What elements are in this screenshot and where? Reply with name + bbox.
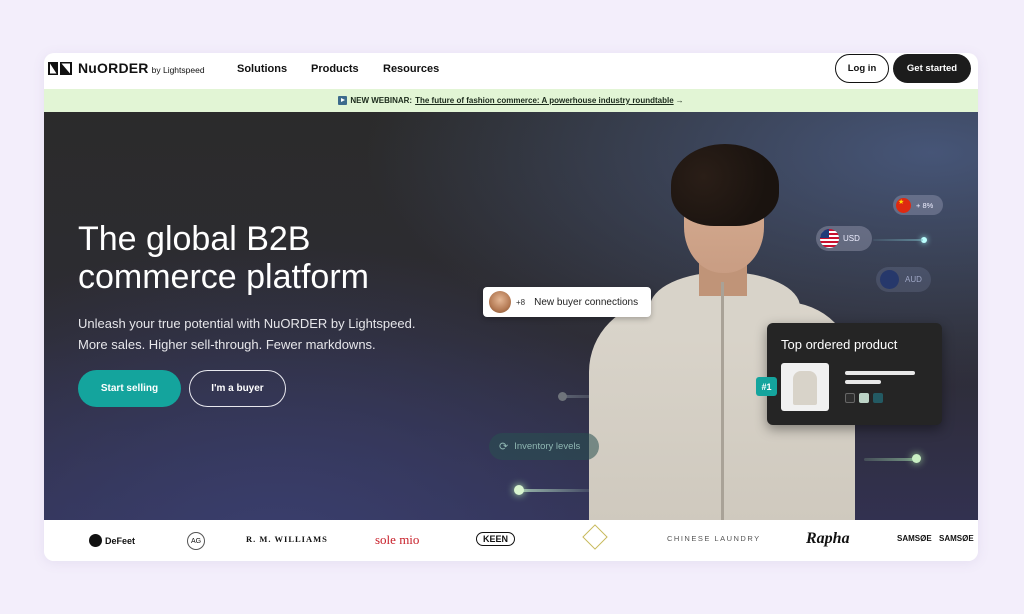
hero-subtitle-line1: Unleash your true potential with NuORDER… bbox=[78, 316, 416, 331]
refresh-icon: ⟳ bbox=[499, 441, 509, 453]
usd-label: USD bbox=[843, 234, 860, 243]
top-product-title: Top ordered product bbox=[781, 337, 898, 352]
site-header: NuORDER by Lightspeed Solutions Products… bbox=[44, 53, 978, 89]
play-icon bbox=[338, 96, 348, 105]
placeholder-line bbox=[845, 371, 915, 375]
inventory-pill: ⟳ Inventory levels bbox=[489, 433, 599, 460]
logo-emblem-icon bbox=[582, 524, 608, 550]
swatch-dark bbox=[845, 393, 855, 403]
zipper bbox=[721, 282, 724, 520]
logo-samsoe-1: SAMSØE bbox=[897, 534, 932, 543]
decor-dot bbox=[912, 454, 921, 463]
logo-defeet: DeFeet bbox=[89, 534, 135, 547]
nuorder-logo-icon bbox=[48, 61, 72, 75]
brand-logo[interactable]: NuORDER by Lightspeed bbox=[48, 60, 205, 76]
logo-rm-williams: R. M. WILLIAMS bbox=[246, 534, 328, 544]
logo-samsoe-2: SAMSØE bbox=[939, 534, 974, 543]
china-growth-value: + 8% bbox=[916, 200, 934, 210]
customer-logos: DeFeet AG R. M. WILLIAMS sole mio KEEN C… bbox=[44, 520, 978, 561]
china-growth-pill: + 8% bbox=[893, 195, 943, 215]
logo-keen: KEEN bbox=[476, 532, 516, 546]
us-flag-icon bbox=[820, 229, 839, 248]
swatch-teal bbox=[873, 393, 883, 403]
decor-dot bbox=[514, 485, 524, 495]
logo-rapha: Rapha bbox=[806, 530, 850, 547]
usd-currency-pill: USD bbox=[816, 226, 872, 251]
australia-flag-icon bbox=[880, 270, 899, 289]
arrow-right-icon: → bbox=[675, 96, 684, 105]
buyer-avatar bbox=[489, 291, 511, 313]
im-a-buyer-button[interactable]: I'm a buyer bbox=[189, 370, 286, 407]
hero-section: The global B2B commerce platform Unleash… bbox=[44, 112, 978, 520]
top-product-card: Top ordered product bbox=[767, 323, 942, 425]
browser-frame: NuORDER by Lightspeed Solutions Products… bbox=[44, 53, 978, 561]
brand-name: NuORDER bbox=[78, 60, 149, 76]
new-buyer-card: +8 New buyer connections bbox=[483, 287, 651, 317]
product-thumbnail bbox=[781, 363, 829, 411]
logo-ag: AG bbox=[187, 532, 205, 550]
decor-line bbox=[522, 489, 592, 492]
decor-line bbox=[873, 239, 923, 241]
placeholder-line bbox=[845, 380, 881, 384]
china-flag-icon bbox=[896, 197, 911, 213]
logo-chinese-laundry: CHINESE LAUNDRY bbox=[667, 534, 761, 543]
inventory-label: Inventory levels bbox=[514, 441, 581, 452]
rank-badge: #1 bbox=[756, 377, 777, 396]
banner-prefix: NEW WEBINAR: bbox=[350, 96, 413, 105]
nav-solutions[interactable]: Solutions bbox=[237, 63, 287, 75]
banner-link[interactable]: The future of fashion commerce: A powerh… bbox=[415, 96, 674, 105]
decor-dot bbox=[558, 392, 567, 401]
webinar-banner: NEW WEBINAR: The future of fashion comme… bbox=[44, 89, 978, 112]
buyer-count: +8 bbox=[516, 297, 526, 307]
hero-subtitle: Unleash your true potential with NuORDER… bbox=[78, 313, 458, 355]
swatch-sage bbox=[859, 393, 869, 403]
login-button[interactable]: Log in bbox=[835, 54, 889, 83]
get-started-button[interactable]: Get started bbox=[893, 54, 971, 83]
aud-currency-pill: AUD bbox=[876, 267, 931, 292]
logo-sole-mio: sole mio bbox=[375, 532, 420, 547]
brand-by: by Lightspeed bbox=[151, 64, 205, 75]
aud-label: AUD bbox=[905, 275, 922, 284]
logo-defeet-text: DeFeet bbox=[105, 535, 136, 546]
nav-resources[interactable]: Resources bbox=[383, 63, 439, 75]
hair bbox=[671, 144, 779, 226]
hero-title: The global B2B commerce platform bbox=[78, 220, 369, 296]
defeet-icon bbox=[89, 534, 102, 547]
hero-subtitle-line2: More sales. Higher sell-through. Fewer m… bbox=[78, 337, 376, 352]
start-selling-button[interactable]: Start selling bbox=[78, 370, 181, 407]
nav-products[interactable]: Products bbox=[311, 63, 359, 75]
buyer-label: New buyer connections bbox=[534, 296, 639, 308]
